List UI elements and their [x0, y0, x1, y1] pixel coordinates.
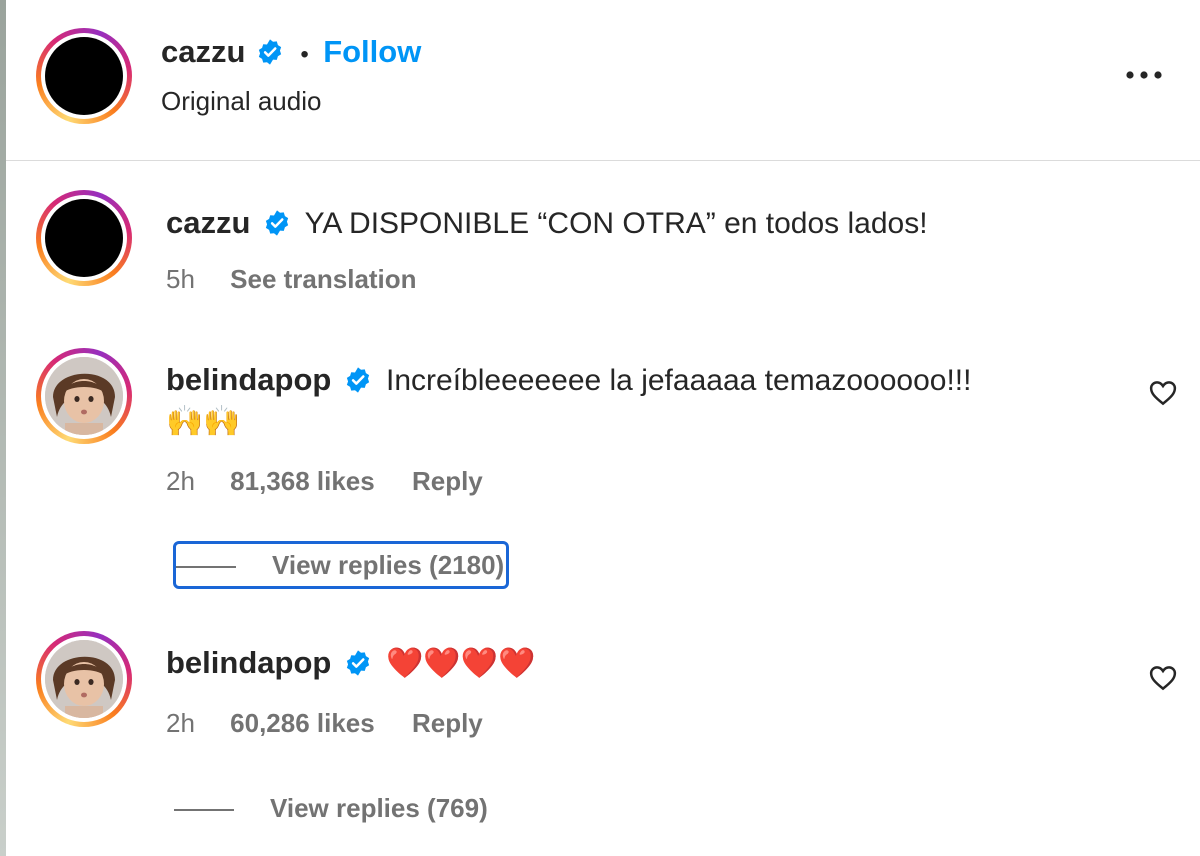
- comment-age[interactable]: 2h: [166, 466, 195, 496]
- see-translation-button[interactable]: See translation: [230, 264, 416, 294]
- replies-divider-line: [174, 809, 234, 812]
- view-replies-button[interactable]: View replies (2180): [173, 541, 510, 589]
- caption-text-row: cazzu YA DISPONIBLE “CON OTRA” en todos …: [166, 205, 928, 241]
- comment-text-row: belindapop ❤️❤️❤️❤️: [166, 645, 535, 681]
- separator-dot: •: [300, 41, 309, 68]
- likes-count[interactable]: 81,368 likes: [230, 466, 375, 496]
- replies-divider-line: [176, 566, 236, 569]
- avatar-image: [45, 37, 123, 115]
- comment-avatar[interactable]: [36, 348, 132, 444]
- header-username[interactable]: cazzu: [161, 34, 245, 69]
- avatar-image: [45, 357, 123, 435]
- header-avatar[interactable]: [36, 28, 132, 124]
- header-user-row: cazzu • Follow: [161, 34, 421, 70]
- avatar-image: [45, 199, 123, 277]
- view-replies-label: View replies (2180): [272, 550, 505, 580]
- comment-emoji-line: 🙌🙌: [166, 405, 241, 438]
- comments-panel: cazzu • Follow Original audio cazzu YA D…: [0, 0, 1200, 856]
- comment-username[interactable]: belindapop: [166, 645, 331, 680]
- comment-text: Increíbleeeeeee la jefaaaaa temazoooooo!…: [386, 364, 972, 397]
- audio-label[interactable]: Original audio: [161, 86, 321, 117]
- avatar-image: [45, 640, 123, 718]
- view-replies-button[interactable]: View replies (769): [174, 788, 488, 832]
- likes-count[interactable]: 60,286 likes: [230, 708, 375, 738]
- follow-button[interactable]: Follow: [323, 34, 421, 69]
- caption-username[interactable]: cazzu: [166, 205, 250, 240]
- comment-avatar[interactable]: [36, 631, 132, 727]
- heart-outline-icon[interactable]: [1148, 378, 1178, 408]
- caption-text: YA DISPONIBLE “CON OTRA” en todos lados!: [304, 207, 928, 240]
- comment-username[interactable]: belindapop: [166, 362, 331, 397]
- verified-badge-icon: [346, 650, 369, 676]
- comment-meta: 2h 60,286 likes Reply: [166, 708, 513, 739]
- child-portrait-image: [45, 357, 123, 435]
- verified-badge-icon: [265, 210, 288, 236]
- comment-text-row: belindapop Increíbleeeeeee la jefaaaaa t…: [166, 362, 971, 398]
- view-replies-label: View replies (769): [270, 793, 488, 823]
- caption-avatar[interactable]: [36, 190, 132, 286]
- caption-age[interactable]: 5h: [166, 264, 195, 294]
- reply-button[interactable]: Reply: [412, 466, 483, 496]
- comment-text: ❤️❤️❤️❤️: [386, 647, 536, 680]
- caption-meta: 5h See translation: [166, 264, 447, 295]
- verified-badge-icon: [346, 367, 369, 393]
- heart-outline-icon[interactable]: [1148, 663, 1178, 693]
- child-portrait-image: [45, 640, 123, 718]
- verified-badge-icon: [258, 39, 282, 65]
- post-header: cazzu • Follow Original audio: [6, 0, 1200, 161]
- comment-meta: 2h 81,368 likes Reply: [166, 466, 513, 497]
- comment-age[interactable]: 2h: [166, 708, 195, 738]
- reply-button[interactable]: Reply: [412, 708, 483, 738]
- more-options-icon[interactable]: [1122, 60, 1166, 90]
